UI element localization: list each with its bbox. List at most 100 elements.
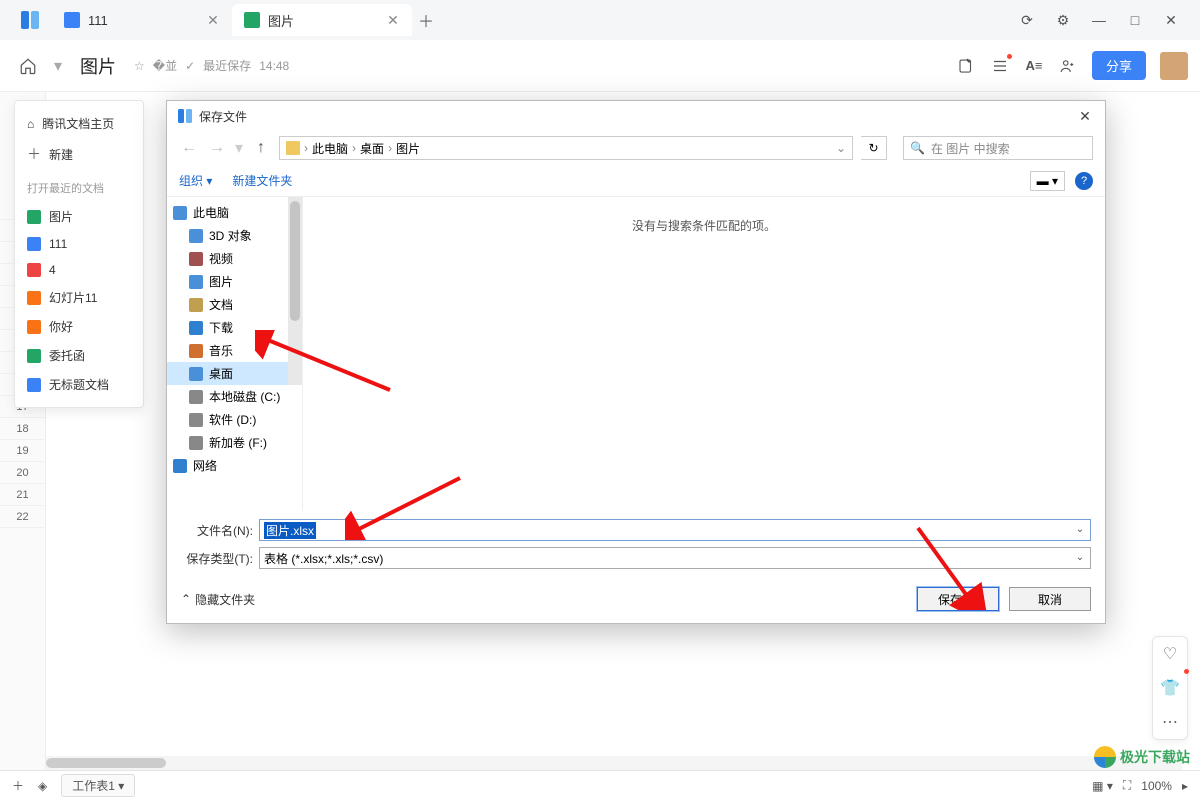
- tree-node-network[interactable]: 网络: [167, 454, 302, 477]
- h-scrollbar[interactable]: [46, 756, 1182, 770]
- desktop-icon: [189, 367, 203, 381]
- save-button[interactable]: 保存(S): [917, 587, 999, 611]
- tree-node-doc[interactable]: 文档: [167, 293, 302, 316]
- filename-input[interactable]: 图片.xlsx ⌄: [259, 519, 1091, 541]
- sheet-tab-label: 工作表1: [72, 779, 115, 793]
- home-button[interactable]: [12, 50, 44, 82]
- recent-item[interactable]: 4: [15, 257, 143, 283]
- new-doc-button[interactable]: ＋ 新建: [15, 138, 143, 170]
- tree-node-download[interactable]: 下载: [167, 316, 302, 339]
- tree-node-desktop[interactable]: 桌面: [167, 362, 302, 385]
- drive-icon: [189, 390, 203, 404]
- new-tab-button[interactable]: ＋: [412, 6, 440, 34]
- cancel-button[interactable]: 取消: [1009, 587, 1091, 611]
- back-icon[interactable]: ←: [179, 139, 199, 157]
- download-icon: [189, 321, 203, 335]
- recent-item[interactable]: 委托函: [15, 341, 143, 370]
- tree-node-drive[interactable]: 软件 (D:): [167, 408, 302, 431]
- app-logo-small: [177, 108, 193, 124]
- tree-node-3d[interactable]: 3D 对象: [167, 224, 302, 247]
- search-input[interactable]: 🔍 在 图片 中搜索: [903, 136, 1093, 160]
- row-header[interactable]: 18: [0, 418, 45, 440]
- doc-icon: [27, 378, 41, 392]
- dialog-toolbar: 组织 ▾ 新建文件夹 ▬ ▾ ?: [167, 165, 1105, 197]
- edit-icon[interactable]: [956, 56, 976, 76]
- crumb[interactable]: 此电脑: [312, 140, 348, 157]
- recent-item[interactable]: 111: [15, 231, 143, 257]
- hide-folders-label: 隐藏文件夹: [195, 591, 255, 608]
- hide-folders-button[interactable]: ⌃ 隐藏文件夹: [181, 591, 255, 608]
- sync-icon[interactable]: ⟳: [1018, 12, 1036, 29]
- close-icon[interactable]: ✕: [386, 13, 400, 27]
- recent-item[interactable]: 无标题文档: [15, 370, 143, 399]
- chevron-right-icon[interactable]: ▸: [1182, 779, 1188, 793]
- recent-item[interactable]: 你好: [15, 312, 143, 341]
- tree-node-drive[interactable]: 新加卷 (F:): [167, 431, 302, 454]
- close-icon[interactable]: ✕: [206, 13, 220, 27]
- tree-node-video[interactable]: 视频: [167, 247, 302, 270]
- doc-icon: [27, 263, 41, 277]
- recent-item[interactable]: 图片: [15, 202, 143, 231]
- forward-icon[interactable]: →: [207, 139, 227, 157]
- star-icon[interactable]: ☆: [134, 59, 145, 73]
- view-mode-button[interactable]: ▬ ▾: [1030, 171, 1065, 191]
- tab-111[interactable]: 111 ✕: [52, 4, 232, 36]
- tab-picture[interactable]: 图片 ✕: [232, 4, 412, 36]
- crumb[interactable]: 桌面: [360, 140, 384, 157]
- help-icon[interactable]: ?: [1075, 172, 1093, 190]
- music-icon: [189, 344, 203, 358]
- row-header[interactable]: 22: [0, 506, 45, 528]
- maximize-icon[interactable]: □: [1126, 12, 1144, 29]
- file-pane[interactable]: 没有与搜索条件匹配的项。: [303, 197, 1105, 511]
- new-folder-button[interactable]: 新建文件夹: [232, 172, 292, 189]
- export-icon[interactable]: �並: [153, 57, 177, 74]
- grid-view-icon[interactable]: ▦ ▾: [1092, 779, 1113, 793]
- tree-node-pc[interactable]: 此电脑: [167, 201, 302, 224]
- home-link[interactable]: ⌂ 腾讯文档主页: [15, 109, 143, 138]
- zoom-value[interactable]: 100%: [1141, 779, 1172, 793]
- heart-icon[interactable]: ♡: [1153, 637, 1187, 671]
- organize-button[interactable]: 组织 ▾: [179, 172, 212, 189]
- up-icon[interactable]: ↑: [251, 139, 271, 157]
- tree-node-picture[interactable]: 图片: [167, 270, 302, 293]
- drive-icon: [189, 413, 203, 427]
- scrollbar-thumb[interactable]: [46, 758, 166, 768]
- filetype-select[interactable]: 表格 (*.xlsx;*.xls;*.csv) ⌄: [259, 547, 1091, 569]
- dialog-title: 保存文件: [199, 108, 247, 125]
- share-button[interactable]: 分享: [1092, 51, 1146, 80]
- tree-node-drive[interactable]: 本地磁盘 (C:): [167, 385, 302, 408]
- row-header[interactable]: 21: [0, 484, 45, 506]
- tab-bar: 111 ✕ 图片 ✕ ＋ ⟳ ⚙ ― □ ✕: [0, 0, 1200, 40]
- breadcrumb[interactable]: ›此电脑 ›桌面 ›图片 ⌄: [279, 136, 853, 160]
- list-icon[interactable]: [990, 56, 1010, 76]
- search-icon: 🔍: [910, 141, 925, 155]
- close-icon[interactable]: ✕: [1075, 108, 1095, 125]
- more-icon[interactable]: ⋯: [1153, 705, 1187, 739]
- filename-value: 图片.xlsx: [264, 522, 316, 539]
- chevron-down-icon[interactable]: ⌄: [1072, 522, 1088, 538]
- close-icon[interactable]: ✕: [1162, 12, 1180, 29]
- fullscreen-icon[interactable]: ⛶: [1123, 778, 1131, 793]
- scrollbar-thumb[interactable]: [290, 201, 300, 321]
- dialog-titlebar: 保存文件 ✕: [167, 101, 1105, 131]
- sheets-icon[interactable]: ◈: [38, 779, 47, 793]
- tree-label: 3D 对象: [209, 227, 252, 244]
- row-header[interactable]: 19: [0, 440, 45, 462]
- minimize-icon[interactable]: ―: [1090, 12, 1108, 29]
- tree-label: 文档: [209, 296, 233, 313]
- shirt-icon[interactable]: 👕: [1153, 671, 1187, 705]
- drive-icon: [189, 436, 203, 450]
- avatar[interactable]: [1160, 52, 1188, 80]
- add-sheet-button[interactable]: ＋: [12, 777, 24, 794]
- collaborators-icon[interactable]: [1058, 56, 1078, 76]
- gear-icon[interactable]: ⚙: [1054, 12, 1072, 29]
- crumb[interactable]: 图片: [396, 140, 420, 157]
- recent-item[interactable]: 幻灯片11: [15, 283, 143, 312]
- refresh-button[interactable]: ↻: [861, 136, 887, 160]
- tree-node-music[interactable]: 音乐: [167, 339, 302, 362]
- sheet-tab[interactable]: 工作表1 ▾: [61, 774, 135, 797]
- v-scrollbar[interactable]: [288, 197, 302, 385]
- text-style-icon[interactable]: A≡: [1024, 56, 1044, 76]
- row-header[interactable]: 20: [0, 462, 45, 484]
- chevron-down-icon[interactable]: ⌄: [1072, 550, 1088, 566]
